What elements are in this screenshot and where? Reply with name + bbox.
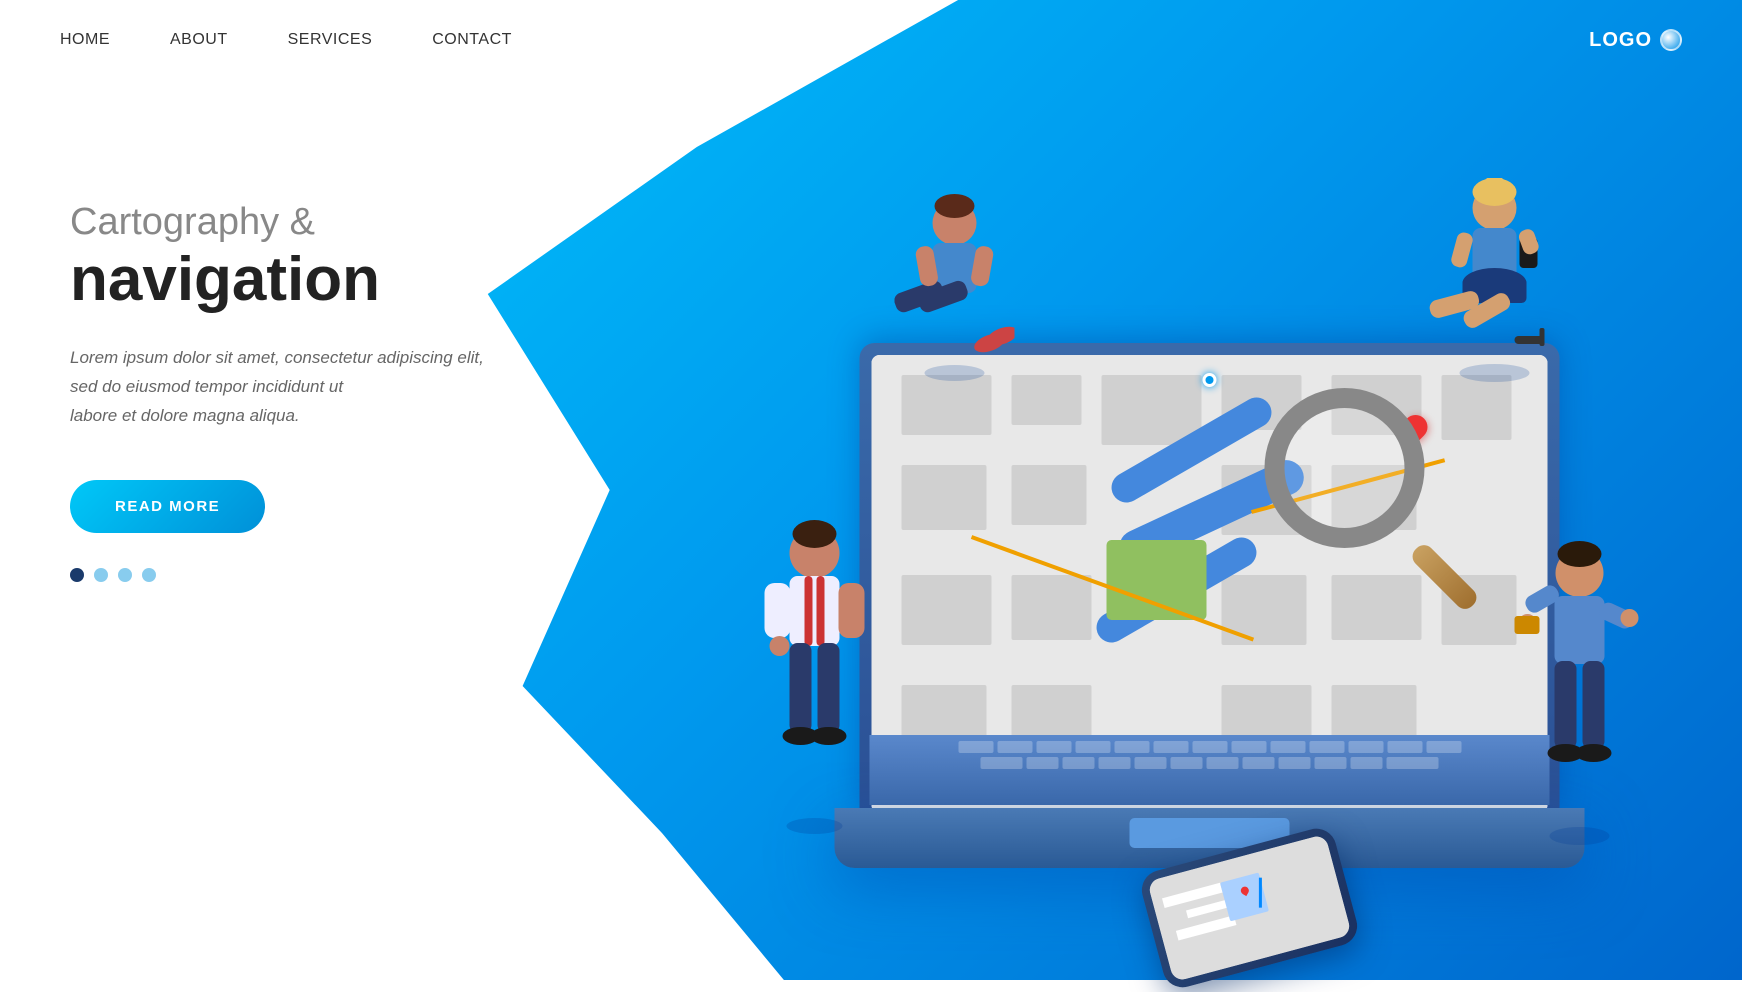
dot-3[interactable] bbox=[118, 568, 132, 582]
magnifier-handle bbox=[1408, 541, 1480, 613]
hero-description: Lorem ipsum dolor sit amet, consectetur … bbox=[70, 344, 490, 431]
nav-about[interactable]: ABOUT bbox=[170, 31, 228, 49]
navbar: HOME ABOUT SERVICES CONTACT LOGO bbox=[0, 0, 1742, 80]
keyboard-area bbox=[870, 735, 1550, 805]
hero-title: navigation bbox=[70, 246, 590, 314]
logo: LOGO bbox=[1589, 29, 1682, 52]
person-sitting-right bbox=[1425, 178, 1565, 388]
person-sitting-left bbox=[895, 188, 1015, 388]
dot-2[interactable] bbox=[94, 568, 108, 582]
map-dot bbox=[1203, 373, 1217, 387]
laptop bbox=[835, 268, 1585, 868]
logo-icon bbox=[1660, 29, 1682, 51]
read-more-button[interactable]: READ MORE bbox=[70, 480, 265, 533]
hero-illustration bbox=[622, 60, 1722, 980]
dot-1[interactable] bbox=[70, 568, 84, 582]
magnifier bbox=[1265, 388, 1485, 608]
person-standing-left bbox=[755, 518, 875, 838]
hero-subtitle: Cartography & bbox=[70, 200, 590, 246]
hero-content: Cartography & navigation Lorem ipsum dol… bbox=[70, 200, 590, 582]
nav-services[interactable]: SERVICES bbox=[288, 31, 373, 49]
nav-contact[interactable]: CONTACT bbox=[432, 31, 512, 49]
person-standing-right bbox=[1515, 538, 1645, 848]
nav-links: HOME ABOUT SERVICES CONTACT bbox=[60, 31, 512, 49]
dot-4[interactable] bbox=[142, 568, 156, 582]
magnifier-glass bbox=[1265, 388, 1425, 548]
carousel-indicators bbox=[70, 568, 590, 582]
logo-text: LOGO bbox=[1589, 29, 1652, 52]
nav-home[interactable]: HOME bbox=[60, 31, 110, 49]
